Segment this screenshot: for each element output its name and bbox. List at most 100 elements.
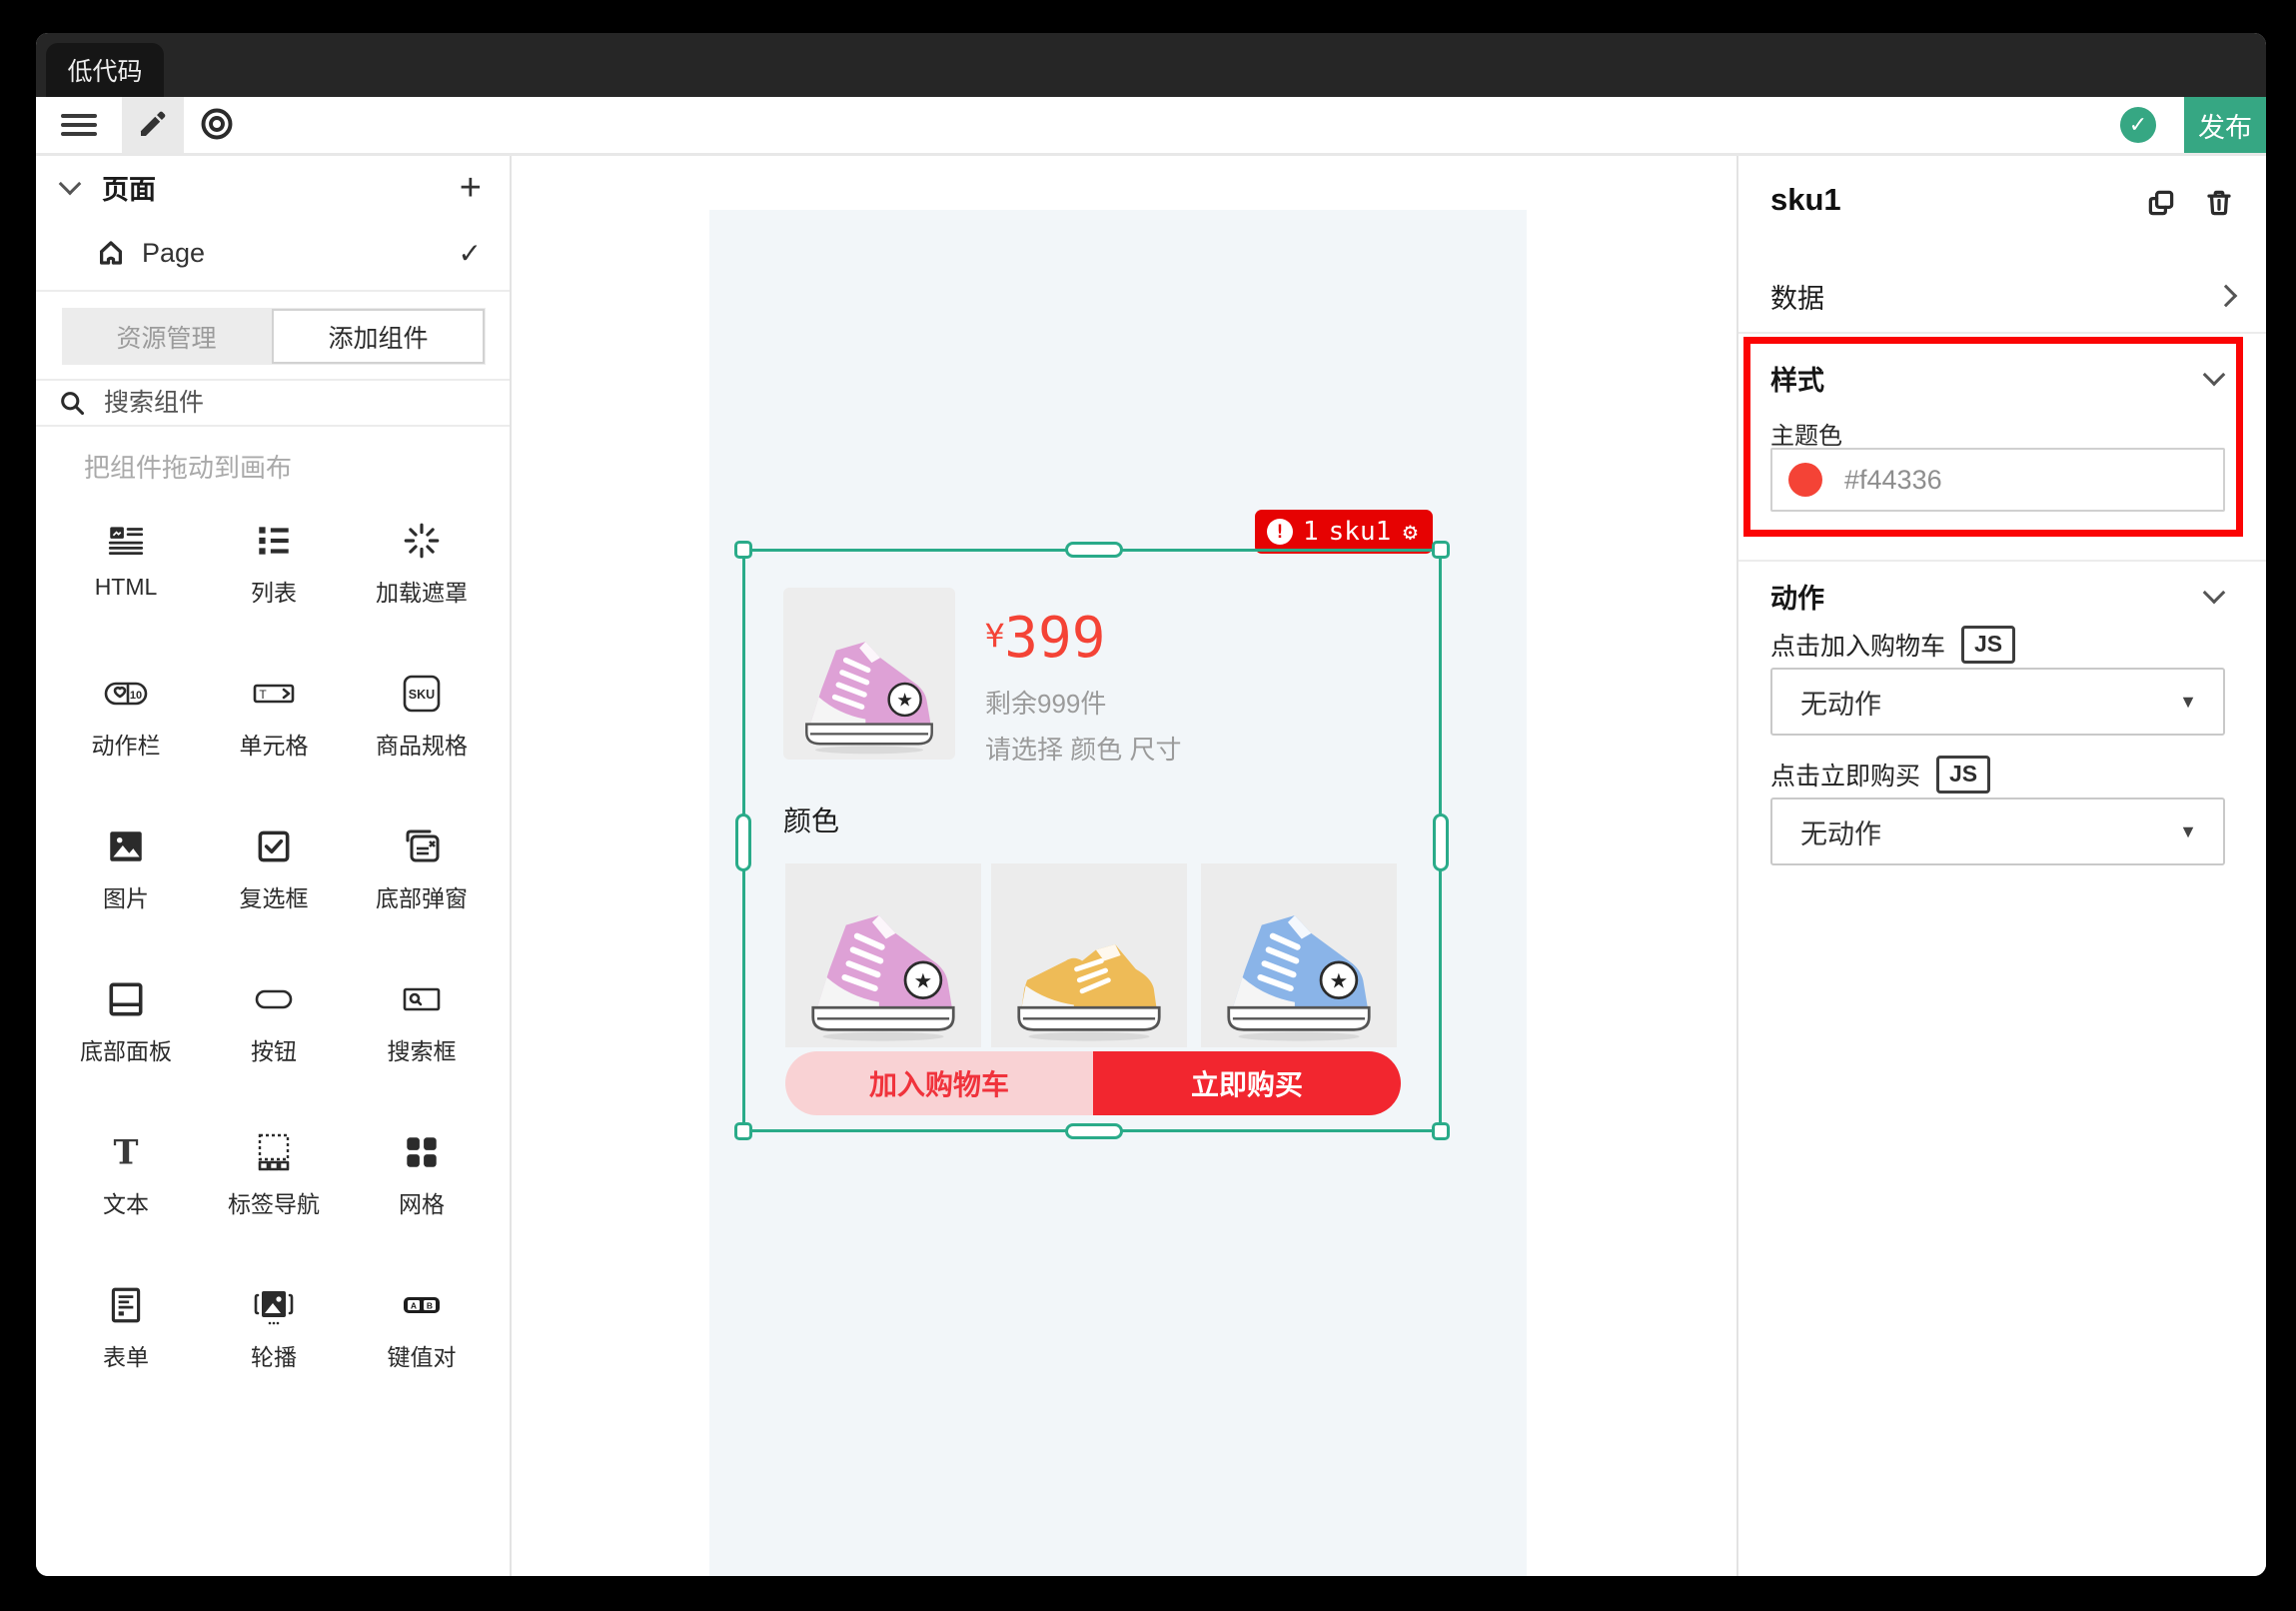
variant-thumb-blue[interactable]: ★: [1201, 863, 1397, 1047]
component-item-action-bar[interactable]: 10动作栏: [52, 671, 200, 823]
editor-toolbar: ✓ 发布: [36, 97, 2266, 156]
data-section-row[interactable]: 数据: [1770, 274, 2234, 318]
pages-header: 页面: [102, 168, 156, 207]
js-editor-button[interactable]: JS: [1961, 626, 2015, 664]
action-bar-icon: 10: [103, 671, 149, 717]
component-item-checkbox[interactable]: 复选框: [200, 823, 348, 976]
carousel-icon: [251, 1282, 297, 1328]
component-item-label: 底部面板: [80, 1032, 172, 1066]
inspector-panel: sku1 数据 样式 主题色 #f44336: [1736, 156, 2266, 1576]
loading-icon: [399, 518, 445, 564]
caret-down-icon: ▼: [2179, 821, 2197, 842]
component-item-loading[interactable]: 加载遮罩: [348, 518, 496, 671]
select-hint-text: 请选择 颜色 尺寸: [985, 730, 1181, 767]
component-item-label: 复选框: [240, 879, 309, 913]
mobile-canvas[interactable]: ! 1 sku1 ⚙: [709, 210, 1527, 1576]
action-buy-label: 点击立即购买: [1770, 757, 1920, 793]
action-cart-label: 点击加入购物车: [1770, 627, 1945, 663]
component-item-search-box[interactable]: 搜索框: [348, 976, 496, 1129]
list-icon: [251, 518, 297, 564]
image-icon: [103, 823, 149, 869]
preview-button[interactable]: [186, 97, 248, 153]
toolbar-right: ✓ 发布: [2120, 97, 2266, 153]
checkbox-icon: [251, 823, 297, 869]
component-item-button[interactable]: 按钮: [200, 976, 348, 1129]
component-item-tab-nav[interactable]: 标签导航: [200, 1129, 348, 1282]
component-item-image[interactable]: 图片: [52, 823, 200, 976]
tab-nav-icon: [251, 1129, 297, 1175]
browser-tab[interactable]: 低代码: [46, 43, 164, 97]
key-value-icon: AB: [399, 1282, 445, 1328]
component-item-form[interactable]: 表单: [52, 1282, 200, 1435]
svg-text:A: A: [411, 1301, 417, 1311]
add-page-button[interactable]: +: [454, 164, 488, 212]
component-item-cell[interactable]: T单元格: [200, 671, 348, 823]
component-item-sku[interactable]: SKU商品规格: [348, 671, 496, 823]
app-window: 低代码 ✓ 发布 页面 +: [36, 33, 2266, 1576]
resize-handle-s[interactable]: [1065, 1123, 1123, 1139]
tab-add-components[interactable]: 添加组件: [272, 309, 485, 364]
svg-text:T: T: [259, 688, 267, 702]
main-area: 页面 + Page ✓ 资源管理 添加组件 把组件拖动到画布 HTML列表加载遮…: [36, 156, 2266, 1576]
add-to-cart-button[interactable]: 加入购物车: [785, 1051, 1093, 1115]
component-item-text[interactable]: T文本: [52, 1129, 200, 1282]
component-item-bottom-popup[interactable]: 底部弹窗: [348, 823, 496, 976]
style-section-row[interactable]: 样式: [1770, 356, 2222, 400]
color-swatch: [1788, 463, 1822, 497]
component-item-list[interactable]: 列表: [200, 518, 348, 671]
divider: [36, 290, 510, 292]
gear-icon[interactable]: ⚙: [1403, 520, 1417, 544]
text-icon: T: [103, 1129, 149, 1175]
product-image[interactable]: ★: [783, 588, 955, 760]
bottom-panel-icon: [103, 976, 149, 1022]
edit-mode-button[interactable]: [122, 97, 184, 153]
error-count-icon: !: [1267, 519, 1293, 545]
svg-text:SKU: SKU: [409, 688, 435, 702]
resize-handle-se[interactable]: [1432, 1122, 1450, 1140]
actions-section-row[interactable]: 动作: [1770, 574, 2222, 618]
form-icon: [103, 1282, 149, 1328]
svg-text:★: ★: [1330, 969, 1349, 992]
publish-button[interactable]: 发布: [2184, 97, 2266, 153]
delete-button[interactable]: [2204, 188, 2234, 221]
pages-header-row[interactable]: 页面 +: [36, 162, 510, 212]
sidebar-item-page[interactable]: Page ✓: [36, 228, 510, 278]
home-icon: [96, 238, 126, 268]
buy-now-button[interactable]: 立即购买: [1093, 1051, 1401, 1115]
style-section-label: 样式: [1770, 359, 1824, 398]
chevron-down-icon: [59, 173, 82, 196]
variant-thumb-yellow[interactable]: [991, 863, 1187, 1047]
svg-text:10: 10: [130, 690, 142, 702]
theme-color-input[interactable]: #f44336: [1770, 448, 2225, 512]
resize-handle-n[interactable]: [1065, 542, 1123, 558]
component-item-carousel[interactable]: 轮播: [200, 1282, 348, 1435]
bottom-popup-icon: [399, 823, 445, 869]
js-editor-button[interactable]: JS: [1936, 756, 1990, 794]
resize-handle-e[interactable]: [1433, 813, 1449, 871]
component-item-grid[interactable]: 网格: [348, 1129, 496, 1282]
component-item-key-value[interactable]: AB键值对: [348, 1282, 496, 1435]
duplicate-button[interactable]: [2146, 188, 2176, 221]
menu-button[interactable]: [48, 97, 110, 153]
resize-handle-nw[interactable]: [734, 541, 752, 559]
hamburger-icon: [61, 109, 97, 141]
svg-text:★: ★: [896, 690, 913, 711]
action-buy-select[interactable]: 无动作 ▼: [1770, 798, 2225, 865]
component-item-label: 表单: [103, 1338, 149, 1372]
action-cart-select[interactable]: 无动作 ▼: [1770, 668, 2225, 736]
resize-handle-sw[interactable]: [734, 1122, 752, 1140]
saved-check-icon: ✓: [2120, 107, 2156, 143]
component-item-bottom-panel[interactable]: 底部面板: [52, 976, 200, 1129]
resize-handle-ne[interactable]: [1432, 541, 1450, 559]
sku-component-selection[interactable]: ★ ¥399 剩余999件 请选择 颜色 尺寸 颜色 ★: [742, 549, 1442, 1132]
component-item-label: 底部弹窗: [376, 879, 468, 913]
variant-thumb-pink[interactable]: ★: [785, 863, 981, 1047]
resize-handle-w[interactable]: [735, 813, 751, 871]
tab-resource-management[interactable]: 资源管理: [62, 308, 271, 365]
canvas-panel: ! 1 sku1 ⚙: [512, 156, 1736, 1576]
component-item-label: HTML: [95, 574, 158, 601]
selected-component-badge[interactable]: ! 1 sku1 ⚙: [1255, 510, 1433, 554]
search-input[interactable]: [102, 388, 436, 419]
component-item-html[interactable]: HTML: [52, 518, 200, 671]
component-item-label: 轮播: [251, 1338, 297, 1372]
